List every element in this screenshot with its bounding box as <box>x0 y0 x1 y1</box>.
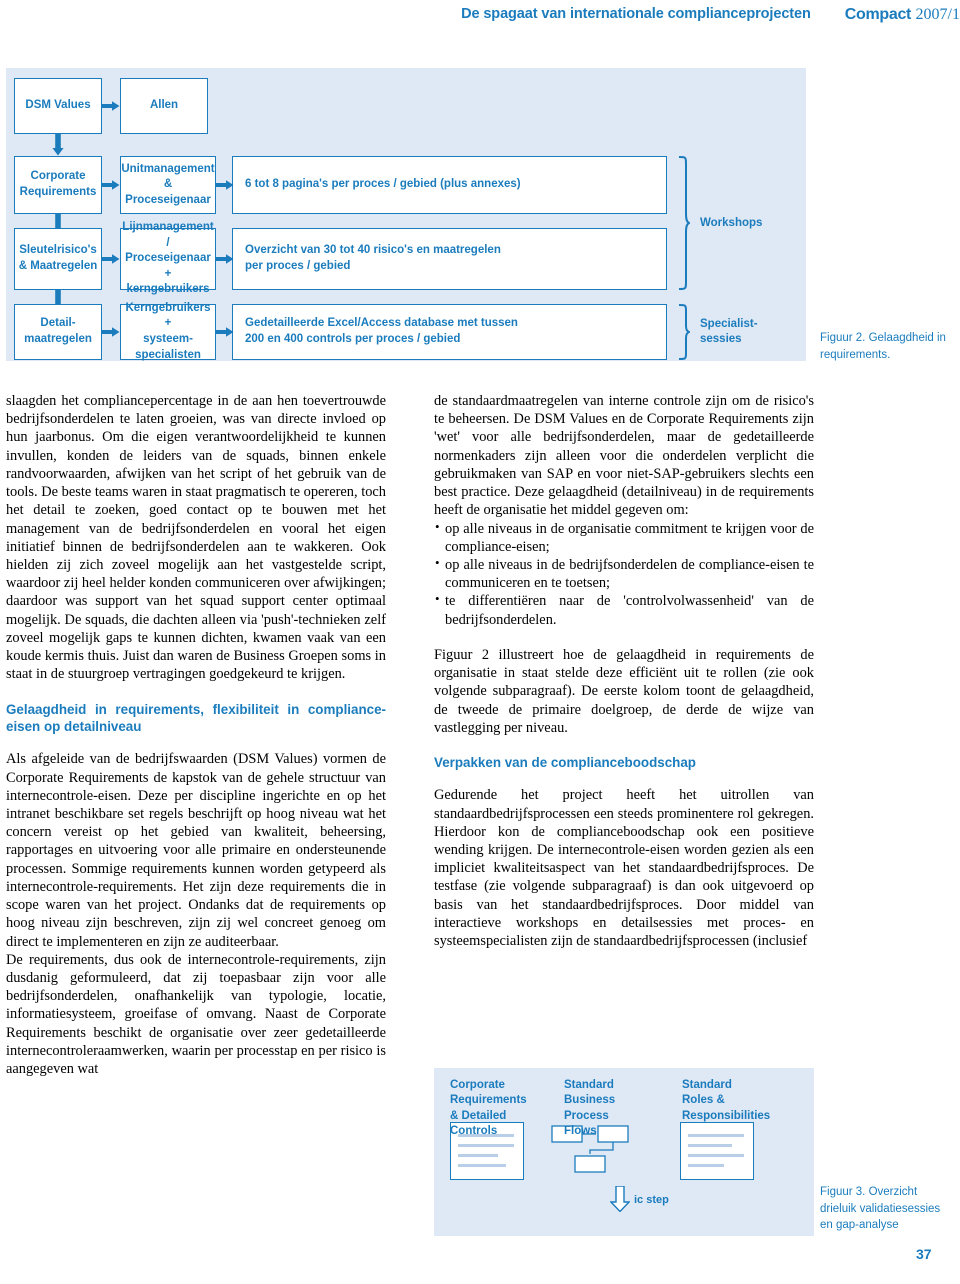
figure3-sheet-roles <box>680 1122 754 1180</box>
body-right-column: de standaardmaatregelen van interne cont… <box>434 392 814 950</box>
figure-2-caption: Figuur 2. Gelaagdheid in requirements. <box>820 332 946 361</box>
running-head: De spagaat van internationale compliance… <box>0 0 960 34</box>
list-item: op alle niveaus in de bedrijfsonderdelen… <box>434 555 814 592</box>
paragraph: de standaardmaatregelen van interne cont… <box>434 393 814 519</box>
bracket-label-workshops: Workshops <box>700 217 763 229</box>
figure3-sheet-line <box>688 1154 744 1157</box>
figure3-sheet-line <box>688 1164 724 1167</box>
figure2-box-risk-overview: Overzicht van 30 tot 40 risico's en maat… <box>232 228 667 290</box>
figure2-box-lijnmanagement-label: Lijnmanagement / Proceseigenaar + kernge… <box>122 221 214 296</box>
figure2-box-sleutelrisicos: Sleutelrisico's & Maatregelen <box>14 228 102 290</box>
figure2-box-dsm-values: DSM Values <box>14 78 102 134</box>
journal-issue: 2007/1 <box>915 6 960 23</box>
figure3-sheet-line <box>688 1144 732 1147</box>
figure2-box-controls-database: Gedetailleerde Excel/Access database met… <box>232 304 667 360</box>
figure3-label-standard-roles-responsibilities: Standard Roles & Responsibilities <box>682 1079 771 1122</box>
figure3-label-standard-business-process-flows: Standard Business Process Flows <box>564 1079 616 1137</box>
figure2-box-corporate-requirements-label: Corporate Requirements <box>19 170 97 198</box>
running-head-journal: Compact 2007/1 <box>845 6 960 24</box>
figure2-box-risk-overview-label: Overzicht van 30 tot 40 risico's en maat… <box>245 244 501 272</box>
figure2-box-corporate-requirements: Corporate Requirements <box>14 156 102 214</box>
figure2-box-pages-per-process: 6 tot 8 pagina's per proces / gebied (pl… <box>232 156 667 214</box>
figure3-ic-step-arrow-icon <box>609 1185 631 1213</box>
arrow-unitmanagement-to-pages <box>216 178 234 192</box>
page-number: 37 <box>916 1246 932 1262</box>
journal-name: Compact <box>844 6 912 23</box>
arrow-dsm-to-corporate <box>51 134 65 156</box>
figure3-sheet-line <box>458 1164 506 1167</box>
figure3-sheet-line <box>458 1154 498 1157</box>
figure2-box-detailmaatregelen: Detail- maatregelen <box>14 304 102 360</box>
bullet-list: op alle niveaus in de organisatie commit… <box>434 519 814 629</box>
figure2-box-pages-per-process-label: 6 tot 8 pagina's per proces / gebied (pl… <box>245 178 521 191</box>
paragraph: Als afgeleide van de bedrijfswaarden (DS… <box>6 751 386 950</box>
paragraph: Figuur 2 illustreert hoe de gelaagdheid … <box>434 646 814 736</box>
list-item: op alle niveaus in de organisatie commit… <box>434 519 814 556</box>
bracket-workshops-icon <box>678 156 690 290</box>
bracket-specialistsessies-icon <box>678 304 690 360</box>
arrow-detailmaatregelen-to-kerngebruikers <box>102 325 120 339</box>
arrow-corporate-to-unitmanagement <box>102 178 120 192</box>
figure2-box-kerngebruikers: Kerngebruikers + systeem- specialisten <box>120 301 216 361</box>
arrow-kerngebruikers-to-controls-database <box>216 325 234 339</box>
figure3-ic-step-label: ic step <box>634 1194 669 1206</box>
figure-3-caption: Figuur 3. Overzicht drieluik validatiese… <box>820 1186 941 1232</box>
figure-2-diagram: DSM Values Allen Corporate Requirements … <box>6 68 806 361</box>
figure2-box-dsm-values-label: DSM Values <box>25 99 91 112</box>
list-item: te differentiëren naar de 'controlvolwas… <box>434 591 814 628</box>
figure2-box-sleutelrisicos-label: Sleutelrisico's & Maatregelen <box>18 244 98 272</box>
subhead-verpakken-van-de-complianceboodschap: Verpakken van de complianceboodschap <box>434 754 696 770</box>
arrow-sleutelrisicos-to-lijnmanagement <box>102 252 120 266</box>
figure2-box-detailmaatregelen-label: Detail- maatregelen <box>24 317 92 345</box>
subhead-gelaagdheid-in-requirements: Gelaagdheid in requirements, flexibilite… <box>6 701 386 734</box>
arrow-lijnmanagement-to-risk-overview <box>216 252 234 266</box>
figure3-sheet-line <box>688 1134 744 1137</box>
bracket-label-specialistsessies: Specialist- sessies <box>700 318 758 345</box>
figure2-box-unitmanagement-label: Unitmanagement & Proceseigenaar <box>121 162 215 206</box>
figure2-box-allen: Allen <box>120 78 208 134</box>
arrow-dsm-to-allen <box>102 99 120 113</box>
figure3-sheet-line <box>458 1144 514 1147</box>
figure2-box-lijnmanagement: Lijnmanagement / Proceseigenaar + kernge… <box>120 221 216 295</box>
figure2-box-unitmanagement: Unitmanagement & Proceseigenaar <box>120 156 216 214</box>
paragraph: slaagden het compliancepercentage in de … <box>6 393 387 683</box>
figure3-label-corporate-requirements: Corporate Requirements & Detailed Contro… <box>450 1079 527 1137</box>
body-left-column: slaagden het compliancepercentage in de … <box>6 392 386 1078</box>
paragraph: Gedurende het project heeft het uitrolle… <box>434 787 814 950</box>
figure-3-diagram: Corporate Requirements & Detailed Contro… <box>434 1068 814 1236</box>
figure2-box-allen-label: Allen <box>149 99 179 112</box>
running-head-article-title: De spagaat van internationale compliance… <box>461 6 811 22</box>
figure2-box-controls-database-label: Gedetailleerde Excel/Access database met… <box>245 317 518 345</box>
paragraph: De requirements, dus ook de internecontr… <box>6 951 386 1078</box>
figure2-box-kerngebruikers-label: Kerngebruikers + systeem- specialisten <box>125 301 211 361</box>
